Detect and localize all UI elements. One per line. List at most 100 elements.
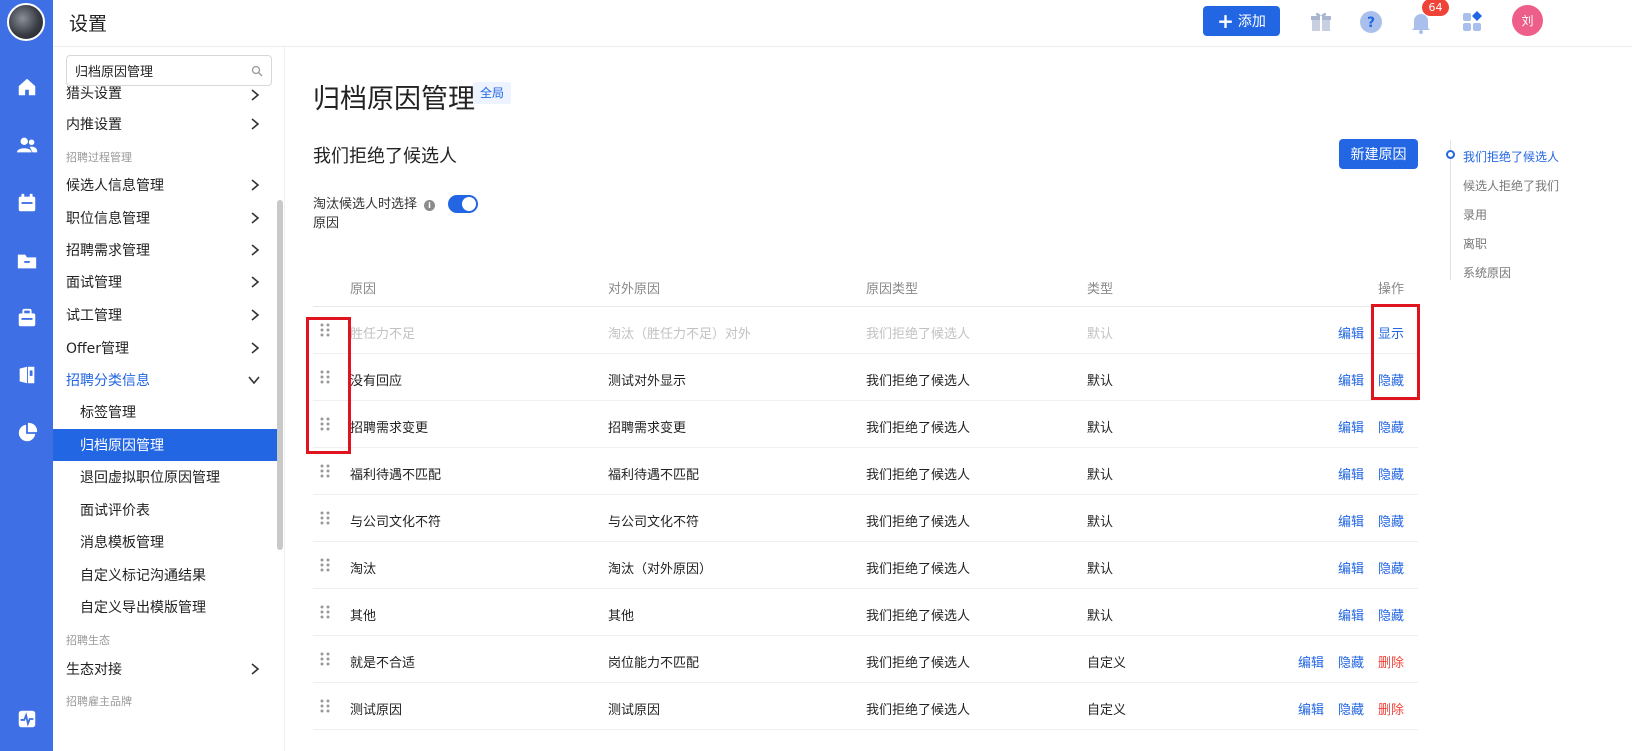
chevron-right-icon xyxy=(251,212,260,224)
help-icon[interactable]: ? xyxy=(1358,9,1384,35)
sidebar-item-archive-reasons[interactable]: 归档原因管理 xyxy=(53,429,278,461)
hide-link[interactable]: 隐藏 xyxy=(1338,699,1364,718)
cell-external-reason: 淘汰（对外原因） xyxy=(608,562,713,577)
anchor-current-dot xyxy=(1446,150,1455,159)
hide-link[interactable]: 隐藏 xyxy=(1378,605,1404,624)
edit-link[interactable]: 编辑 xyxy=(1338,558,1364,577)
edit-link[interactable]: 编辑 xyxy=(1338,605,1364,624)
table-row[interactable]: 就是不合适 岗位能力不匹配 我们拒绝了候选人 自定义 编辑 隐藏 删除 xyxy=(313,636,1418,683)
chevron-right-icon xyxy=(251,179,260,191)
drag-handle-icon[interactable] xyxy=(319,604,331,620)
sidebar-item-export-templates[interactable]: 自定义导出模版管理 xyxy=(53,591,278,623)
sidebar-item-interview-form[interactable]: 面试评价表 xyxy=(53,494,278,526)
sidebar-item-label: 职位信息管理 xyxy=(66,211,150,227)
hide-link[interactable]: 隐藏 xyxy=(1378,464,1404,483)
sidebar-item-offer[interactable]: Offer管理 xyxy=(53,332,278,364)
hide-link[interactable]: 隐藏 xyxy=(1378,417,1404,436)
anchor-item-hired[interactable]: 录用 xyxy=(1463,206,1487,223)
delete-link[interactable]: 删除 xyxy=(1378,699,1404,718)
anchor-item-rejected-us[interactable]: 候选人拒绝了我们 xyxy=(1463,177,1559,194)
sidebar-item-label: 自定义标记沟通结果 xyxy=(80,568,206,584)
info-icon[interactable]: i xyxy=(424,200,435,211)
notification-badge: 64 xyxy=(1422,0,1449,16)
anchor-item-rejected-by-us[interactable]: 我们拒绝了候选人 xyxy=(1463,148,1559,165)
toggle-knob xyxy=(462,197,476,211)
drag-handle-icon[interactable] xyxy=(319,557,331,573)
edit-link[interactable]: 编辑 xyxy=(1338,464,1364,483)
pie-chart-icon[interactable] xyxy=(16,422,38,444)
folder-icon[interactable] xyxy=(16,250,38,272)
sidebar-item-label: 生态对接 xyxy=(66,662,122,678)
sidebar-item-message-templates[interactable]: 消息模板管理 xyxy=(53,526,278,558)
briefcase-icon[interactable] xyxy=(16,307,38,329)
apps-icon[interactable] xyxy=(1460,9,1486,35)
gift-icon[interactable] xyxy=(1308,9,1334,35)
drag-handle-icon[interactable] xyxy=(319,463,331,479)
sidebar-item-trial[interactable]: 试工管理 xyxy=(53,299,278,331)
hide-link[interactable]: 隐藏 xyxy=(1378,511,1404,530)
page-header-title: 设置 xyxy=(69,13,108,35)
sidebar-item-referral[interactable]: 内推设置 xyxy=(53,108,278,140)
require-reason-toggle[interactable] xyxy=(448,195,478,213)
sidebar-item-candidate-info[interactable]: 候选人信息管理 xyxy=(53,169,278,201)
home-icon[interactable] xyxy=(16,76,38,98)
table-row[interactable]: 淘汰 淘汰（对外原因） 我们拒绝了候选人 默认 编辑 隐藏 xyxy=(313,542,1418,589)
calendar-icon[interactable] xyxy=(16,192,38,214)
table-row[interactable]: 胜任力不足 淘汰（胜任力不足）对外 我们拒绝了候选人 默认 编辑 显示 xyxy=(313,307,1418,354)
edit-link[interactable]: 编辑 xyxy=(1298,652,1324,671)
edit-link[interactable]: 编辑 xyxy=(1338,417,1364,436)
table-row[interactable]: 测试原因 测试原因 我们拒绝了候选人 自定义 编辑 隐藏 删除 xyxy=(313,683,1418,730)
cell-reason-type: 我们拒绝了候选人 xyxy=(866,703,971,718)
book-icon[interactable] xyxy=(16,364,38,386)
cell-reason: 胜任力不足 xyxy=(350,327,416,342)
cell-type: 默认 xyxy=(1087,421,1114,436)
add-button-label: 添加 xyxy=(1237,14,1266,30)
hide-link[interactable]: 隐藏 xyxy=(1338,652,1364,671)
sidebar-item-custom-results[interactable]: 自定义标记沟通结果 xyxy=(53,559,278,591)
anchor-item-left[interactable]: 离职 xyxy=(1463,235,1487,252)
table-row[interactable]: 没有回应 测试对外显示 我们拒绝了候选人 默认 编辑 隐藏 xyxy=(313,354,1418,401)
cell-type: 默认 xyxy=(1087,327,1114,342)
cell-reason: 就是不合适 xyxy=(350,656,416,671)
sidebar-item-category-info[interactable]: 招聘分类信息 xyxy=(53,364,278,396)
cell-reason-type: 我们拒绝了候选人 xyxy=(866,374,971,389)
sidebar-item-tags[interactable]: 标签管理 xyxy=(53,396,278,428)
edit-link[interactable]: 编辑 xyxy=(1338,511,1364,530)
sidebar-item-ecosystem[interactable]: 生态对接 xyxy=(53,653,278,685)
sidebar-item-label: 消息模板管理 xyxy=(80,535,164,551)
table-row[interactable]: 与公司文化不符 与公司文化不符 我们拒绝了候选人 默认 编辑 隐藏 xyxy=(313,495,1418,542)
edit-link[interactable]: 编辑 xyxy=(1338,370,1364,389)
edit-link[interactable]: 编辑 xyxy=(1338,323,1364,342)
cell-reason-type: 我们拒绝了候选人 xyxy=(866,656,971,671)
cell-reason: 其他 xyxy=(350,609,377,624)
sidebar-item-headhunter[interactable]: 猎头设置 xyxy=(53,77,278,103)
sidebar-item-position-info[interactable]: 职位信息管理 xyxy=(53,202,278,234)
activity-icon[interactable] xyxy=(16,708,38,730)
sidebar-item-virtual-return[interactable]: 退回虚拟职位原因管理 xyxy=(53,461,278,493)
top-bar: 设置 xyxy=(53,0,1632,47)
table-row[interactable]: 其他 其他 我们拒绝了候选人 默认 编辑 隐藏 xyxy=(313,589,1418,636)
new-reason-button[interactable]: 新建原因 xyxy=(1339,139,1418,169)
cell-reason: 测试原因 xyxy=(350,703,403,718)
edit-link[interactable]: 编辑 xyxy=(1298,699,1324,718)
table-row[interactable]: 招聘需求变更 招聘需求变更 我们拒绝了候选人 默认 编辑 隐藏 xyxy=(313,401,1418,448)
company-logo[interactable] xyxy=(7,3,45,41)
search-icon[interactable] xyxy=(251,65,263,77)
table-body: 胜任力不足 淘汰（胜任力不足）对外 我们拒绝了候选人 默认 编辑 显示 没有回应 测试对外显示… xyxy=(313,307,1418,730)
sidebar-item-requirements[interactable]: 招聘需求管理 xyxy=(53,234,278,266)
drag-handle-icon[interactable] xyxy=(319,698,331,714)
drag-handle-icon[interactable] xyxy=(319,510,331,526)
chevron-right-icon xyxy=(251,276,260,288)
add-button[interactable]: + 添加 xyxy=(1203,6,1280,36)
avatar[interactable]: 刘 xyxy=(1512,5,1543,36)
hide-link[interactable]: 隐藏 xyxy=(1378,558,1404,577)
users-icon[interactable] xyxy=(16,134,38,156)
delete-link[interactable]: 删除 xyxy=(1378,652,1404,671)
sidebar-scrollbar[interactable] xyxy=(277,200,283,550)
anchor-item-system[interactable]: 系统原因 xyxy=(1463,264,1511,281)
drag-handle-icon[interactable] xyxy=(319,651,331,667)
chevron-right-icon xyxy=(251,118,260,130)
table-row[interactable]: 福利待遇不匹配 福利待遇不匹配 我们拒绝了候选人 默认 编辑 隐藏 xyxy=(313,448,1418,495)
sidebar-item-interview[interactable]: 面试管理 xyxy=(53,266,278,298)
chevron-right-icon xyxy=(251,244,260,256)
